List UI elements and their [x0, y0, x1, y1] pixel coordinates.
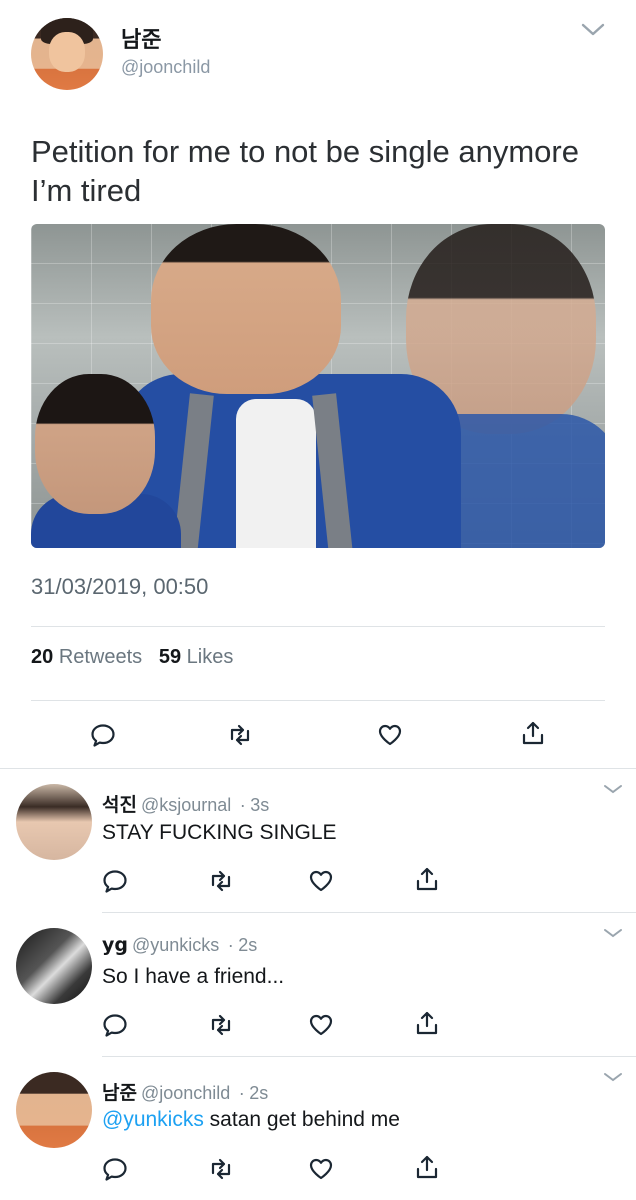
user-handle[interactable]: @joonchild [141, 1083, 230, 1103]
like-icon[interactable] [308, 868, 334, 894]
reply-text-body: satan get behind me [203, 1108, 400, 1131]
likes-count[interactable]: 59 [159, 646, 181, 668]
reply-header: 남준 @joonchild · 2s [102, 1078, 268, 1105]
separator-dot: · [239, 795, 246, 815]
reply-icon[interactable] [90, 722, 116, 748]
user-handle[interactable]: @joonchild [121, 57, 210, 78]
chevron-down-icon[interactable] [602, 782, 624, 796]
divider [102, 1056, 636, 1057]
share-icon[interactable] [414, 1154, 440, 1180]
divider [31, 626, 605, 627]
separator-dot: · [238, 1083, 245, 1103]
reply-header: yg @yunkicks · 2s [102, 934, 257, 956]
reply-icon[interactable] [102, 868, 128, 894]
avatar[interactable] [16, 1072, 92, 1148]
tweet-timestamp: 31/03/2019, 00:50 [31, 574, 209, 599]
retweet-icon[interactable] [208, 1012, 234, 1038]
like-icon[interactable] [308, 1156, 334, 1182]
like-icon[interactable] [377, 722, 403, 748]
separator-dot: · [227, 935, 234, 955]
reply-time: 2s [249, 1083, 269, 1103]
reply-icon[interactable] [102, 1156, 128, 1182]
retweet-icon[interactable] [208, 868, 234, 894]
chevron-down-icon[interactable] [602, 926, 624, 940]
divider [0, 768, 636, 769]
tweet-text-line: Petition for me to not be single anymore [31, 134, 579, 169]
reply-icon[interactable] [102, 1012, 128, 1038]
retweet-icon[interactable] [208, 1156, 234, 1182]
like-icon[interactable] [308, 1012, 334, 1038]
display-name[interactable]: 남준 [102, 1082, 137, 1104]
tweet-photo[interactable] [31, 224, 605, 548]
reply-text: STAY FUCKING SINGLE [102, 821, 337, 844]
avatar[interactable] [31, 18, 103, 90]
display-name[interactable]: 남준 [121, 22, 161, 54]
divider [102, 912, 636, 913]
chevron-down-icon[interactable] [602, 1070, 624, 1084]
user-handle[interactable]: @yunkicks [132, 935, 219, 955]
reply-time: 3s [250, 795, 270, 815]
reply-time: 2s [238, 935, 258, 955]
reply-text: So I have a friend... [102, 965, 285, 988]
share-icon[interactable] [414, 866, 440, 892]
mention-link[interactable]: @yunkicks [102, 1108, 204, 1131]
tweet-text-line: I’m tired [31, 173, 142, 208]
engagement-stats: 20 Retweets 59 Likes [31, 646, 233, 669]
divider [31, 700, 605, 701]
retweets-label[interactable]: Retweets [59, 646, 142, 668]
avatar[interactable] [16, 784, 92, 860]
display-name[interactable]: 석진 [102, 794, 137, 816]
likes-label[interactable]: Likes [187, 646, 234, 668]
chevron-down-icon[interactable] [580, 20, 606, 40]
retweet-icon[interactable] [227, 722, 253, 748]
retweets-count[interactable]: 20 [31, 646, 53, 668]
display-name[interactable]: yg [102, 934, 128, 956]
reply-header: 석진 @ksjournal · 3s [102, 790, 269, 817]
avatar[interactable] [16, 928, 92, 1004]
share-icon[interactable] [414, 1010, 440, 1036]
share-icon[interactable] [520, 720, 546, 746]
reply-text: @yunkicks satan get behind me [102, 1108, 400, 1132]
tweet-text: Petition for me to not be single anymore… [31, 132, 611, 210]
user-handle[interactable]: @ksjournal [141, 795, 231, 815]
